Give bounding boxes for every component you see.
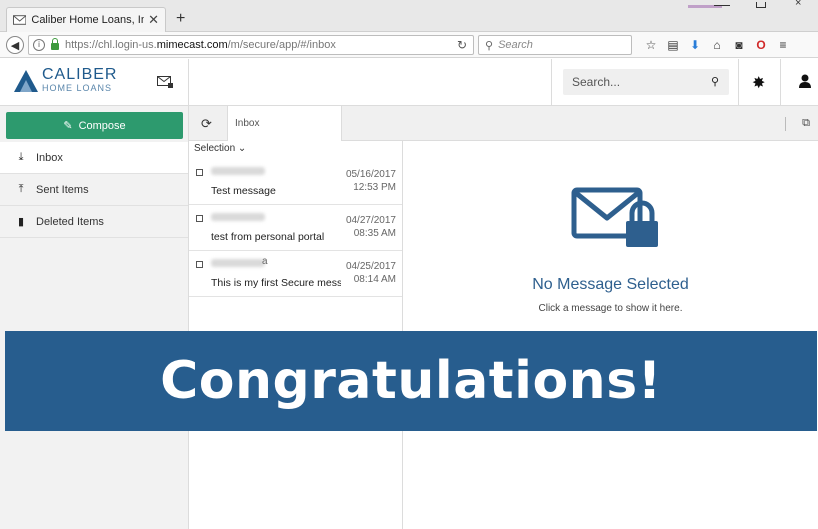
reading-list-icon[interactable]: ▤ [662, 37, 684, 53]
message-date: 04/27/2017 [345, 215, 396, 226]
browser-search-field[interactable]: ⚲ Search [478, 35, 632, 55]
search-icon[interactable]: ⚲ [711, 75, 719, 88]
caliber-logo: CALIBER HOME LOANS [14, 67, 117, 93]
browser-tab[interactable]: Caliber Home Loans, Inc Sec ✕ [6, 7, 166, 32]
message-subject: Test message [211, 185, 276, 197]
sidebar-item-label: Sent Items [36, 183, 89, 196]
browser-tab-title: Caliber Home Loans, Inc Sec [31, 14, 145, 26]
info-icon[interactable]: i [33, 39, 45, 51]
message-date: 04/25/2017 [345, 261, 396, 272]
url-domain: mimecast.com [156, 39, 228, 51]
hamburger-menu-icon[interactable]: ≡ [772, 37, 794, 53]
home-icon[interactable]: ⌂ [706, 37, 728, 53]
address-bar[interactable]: i https://chl.login-us. mimecast.com/m/se… [28, 35, 474, 55]
message-time: 08:35 AM [353, 228, 396, 239]
search-placeholder: Search... [572, 75, 621, 89]
minimize-window-icon[interactable] [714, 0, 730, 6]
logo-line-2: HOME LOANS [42, 83, 113, 93]
refresh-icon[interactable]: ⟳ [201, 116, 212, 132]
gear-icon[interactable]: ✸ [752, 73, 765, 93]
list-item[interactable]: a This is my first Secure messa 04/25/20… [189, 251, 402, 297]
sent-icon: ⤒ [18, 183, 24, 195]
sidebar-item-inbox[interactable]: ⤓ Inbox [0, 142, 188, 174]
app-header: CALIBER HOME LOANS Search... ⚲ ✸ [0, 59, 818, 106]
banner-text: Congratulations! [160, 351, 662, 411]
message-time: 08:14 AM [353, 274, 396, 285]
sidebar-item-label: Inbox [36, 151, 63, 164]
list-item[interactable]: Test message 05/16/2017 12:53 PM [189, 159, 402, 205]
header-divider [188, 59, 189, 106]
secure-mail-icon[interactable] [157, 76, 173, 88]
reload-icon[interactable]: ↻ [457, 38, 467, 52]
redacted-sender [211, 213, 265, 221]
browser-tab-bar: Caliber Home Loans, Inc Sec ✕ + × [0, 0, 818, 32]
no-message-title: No Message Selected [532, 276, 689, 293]
inbox-icon: ⤓ [18, 151, 24, 163]
header-divider [780, 59, 781, 106]
message-checkbox[interactable] [196, 169, 203, 176]
download-icon[interactable]: ⬇ [684, 37, 706, 53]
logo-line-1: CALIBER [42, 66, 118, 83]
search-icon: ⚲ [485, 39, 494, 52]
message-time: 12:53 PM [353, 182, 396, 193]
close-window-icon[interactable]: × [795, 0, 801, 9]
message-subject: test from personal portal [211, 231, 325, 243]
toolbar-divider [785, 117, 786, 131]
opera-icon[interactable]: O [750, 37, 772, 53]
message-date: 05/16/2017 [345, 169, 396, 180]
selection-dropdown[interactable]: Selection ⌄ [194, 143, 246, 154]
popout-icon[interactable]: ⧉ [802, 117, 810, 130]
browser-search-placeholder: Search [498, 39, 533, 51]
congratulations-banner: Congratulations! [5, 331, 817, 431]
new-tab-button[interactable]: + [176, 10, 185, 28]
redacted-sender [211, 259, 265, 267]
tab-inbox[interactable]: Inbox [227, 106, 342, 141]
list-toolbar: ⟳ Inbox ⧉ [189, 106, 818, 141]
sidebar-item-sent[interactable]: ⤒ Sent Items [0, 174, 188, 206]
sender-tail: a [262, 256, 268, 267]
trash-icon: ▮ [17, 216, 25, 228]
user-icon[interactable] [799, 74, 811, 88]
pocket-icon[interactable]: ◙ [728, 37, 750, 53]
message-checkbox[interactable] [196, 215, 203, 222]
envelope-favicon-icon [13, 15, 27, 25]
browser-nav-bar: ◀ i https://chl.login-us. mimecast.com/m/… [0, 32, 818, 58]
browser-toolbar-icons: ☆ ▤ ⬇ ⌂ ◙ O ≡ [640, 37, 794, 53]
sidebar: ✎ Compose ⤓ Inbox ⤒ Sent Items ▮ Deleted… [0, 106, 189, 529]
pencil-icon: ✎ [63, 120, 73, 132]
search-input[interactable]: Search... ⚲ [563, 69, 729, 95]
back-arrow-icon[interactable]: ◀ [6, 36, 24, 54]
compose-label: Compose [78, 119, 126, 132]
url-suffix: /m/secure/app/#/inbox [227, 39, 336, 51]
message-subject: This is my first Secure messa [211, 277, 341, 289]
tab-inbox-label: Inbox [235, 118, 260, 129]
secure-envelope-icon [571, 187, 658, 247]
lock-icon[interactable] [51, 38, 59, 50]
url-prefix: https://chl.login-us. [65, 39, 157, 51]
compose-button[interactable]: ✎ Compose [6, 112, 183, 139]
redacted-sender [211, 167, 265, 175]
bookmark-star-icon[interactable]: ☆ [640, 37, 662, 53]
caliber-logo-icon [14, 70, 38, 92]
message-checkbox[interactable] [196, 261, 203, 268]
sidebar-item-label: Deleted Items [36, 215, 104, 228]
maximize-window-icon[interactable] [756, 2, 766, 8]
no-message-subtitle: Click a message to show it here. [538, 303, 683, 314]
sidebar-item-deleted[interactable]: ▮ Deleted Items [0, 206, 188, 238]
list-item[interactable]: test from personal portal 04/27/2017 08:… [189, 205, 402, 251]
tab-close-icon[interactable]: ✕ [148, 12, 159, 28]
header-search: Search... ⚲ [551, 59, 739, 106]
